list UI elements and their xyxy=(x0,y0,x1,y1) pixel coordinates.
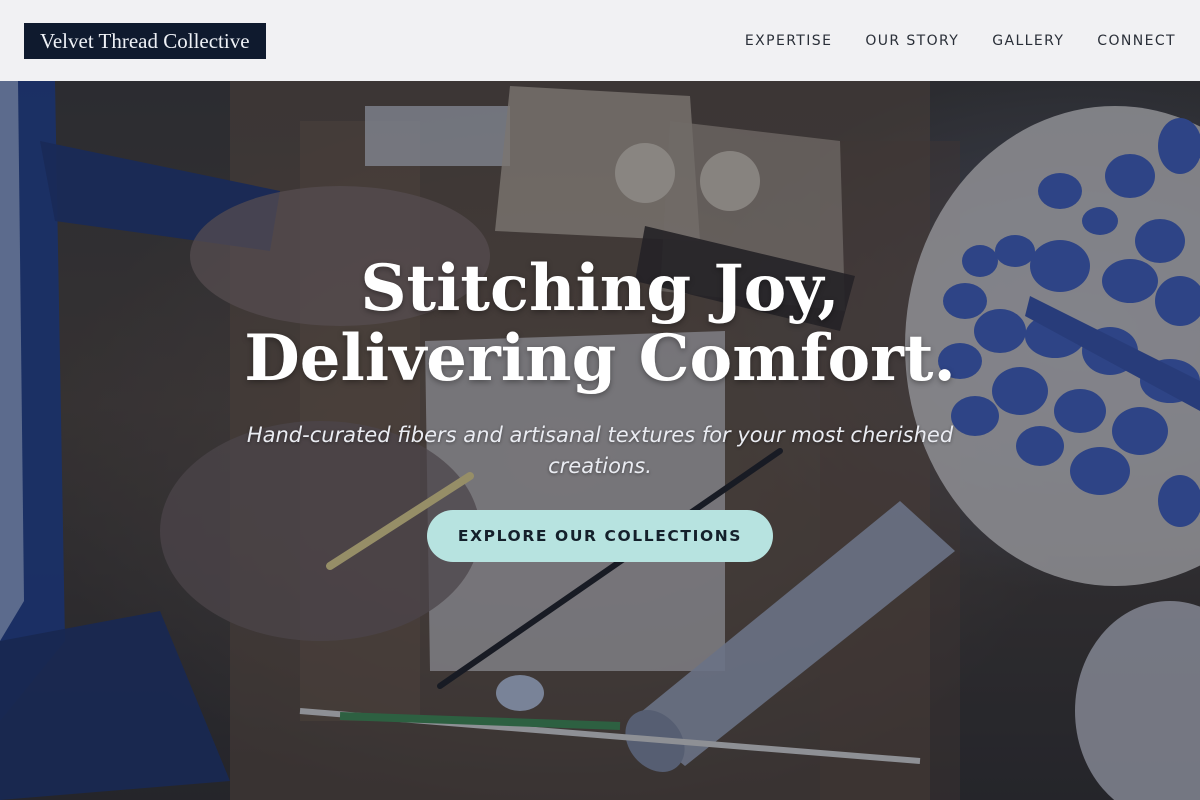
main-nav: EXPERTISE OUR STORY GALLERY CONNECT xyxy=(745,33,1176,49)
brand-logo[interactable]: Velvet Thread Collective xyxy=(24,22,266,59)
nav-link-connect[interactable]: CONNECT xyxy=(1097,33,1176,49)
hero-title-line-1: Stitching Joy, xyxy=(360,251,840,326)
nav-link-our-story[interactable]: OUR STORY xyxy=(865,33,959,49)
nav-link-expertise[interactable]: EXPERTISE xyxy=(745,33,832,49)
hero-title-line-2: Delivering Comfort. xyxy=(244,321,956,396)
hero-section: Stitching Joy, Delivering Comfort. Hand-… xyxy=(0,81,1200,800)
hero-subtitle: Hand-curated fibers and artisanal textur… xyxy=(246,423,954,478)
site-header: Velvet Thread Collective EXPERTISE OUR S… xyxy=(0,0,1200,81)
nav-link-gallery[interactable]: GALLERY xyxy=(992,33,1064,49)
explore-collections-button[interactable]: EXPLORE OUR COLLECTIONS xyxy=(427,510,773,562)
hero-title: Stitching Joy, Delivering Comfort. xyxy=(0,254,1200,394)
